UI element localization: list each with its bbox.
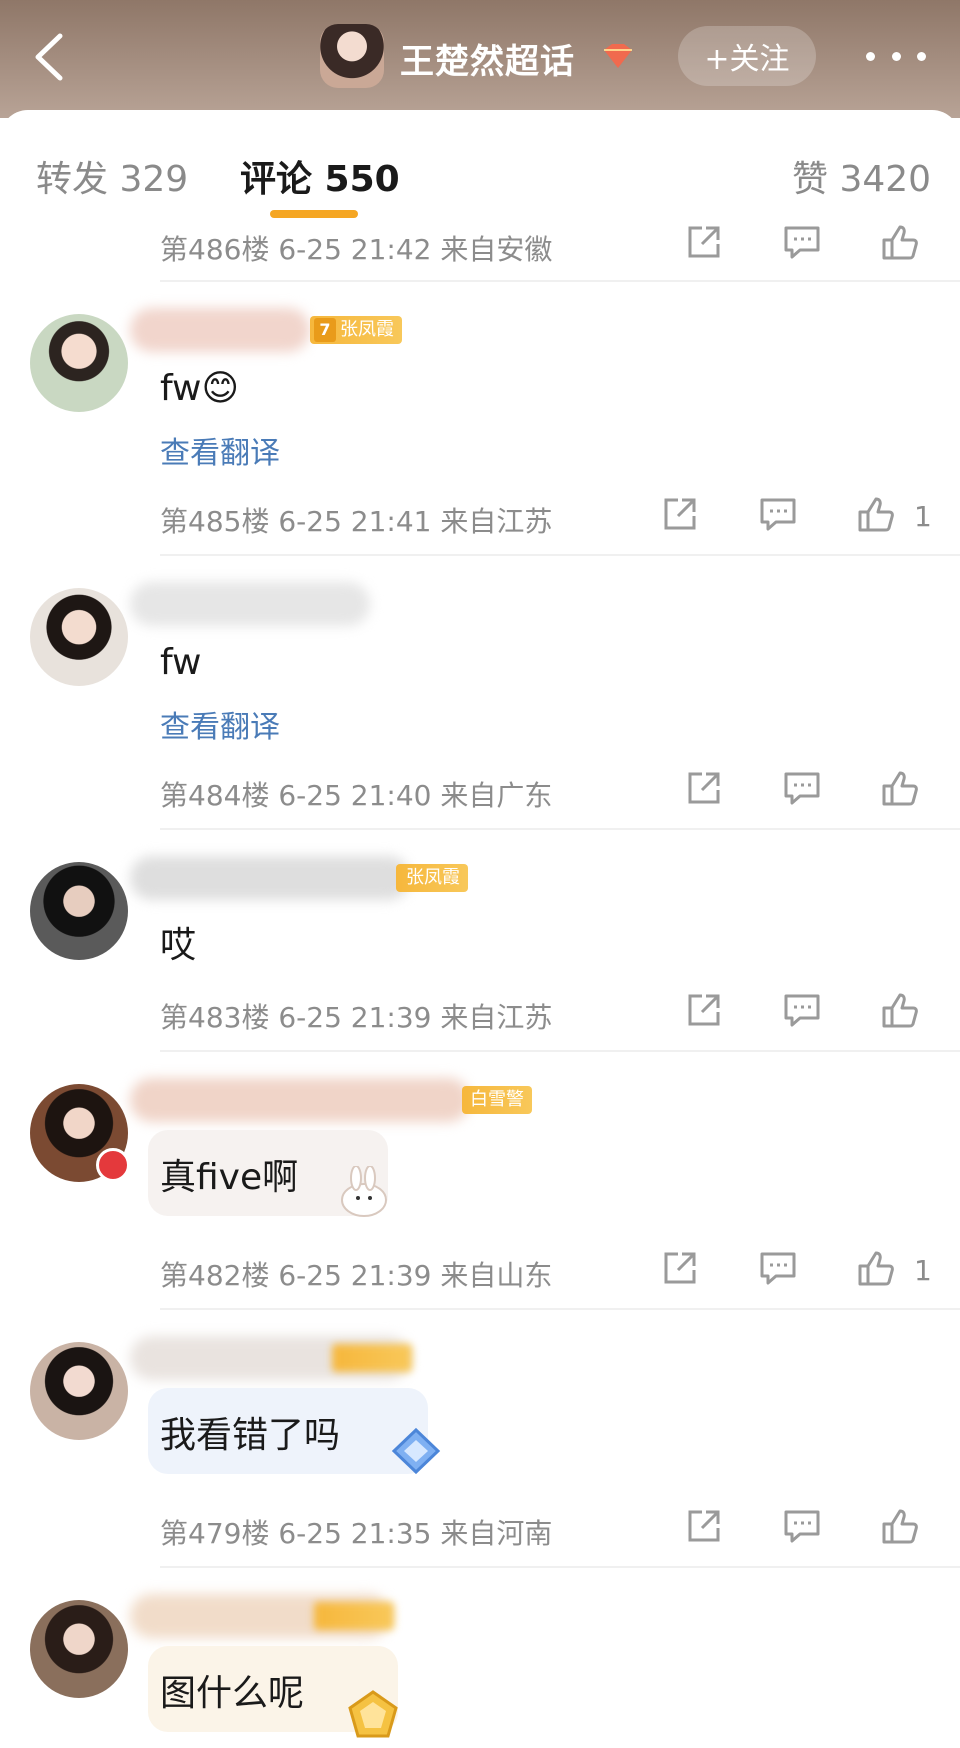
tab-likes[interactable]: 赞 3420 — [792, 150, 931, 202]
divider — [160, 280, 960, 282]
like-count: 1 — [914, 1254, 932, 1287]
user-avatar[interactable] — [30, 862, 128, 960]
active-tab-indicator — [270, 210, 358, 218]
like-icon[interactable] — [880, 990, 920, 1030]
username-blurred[interactable] — [130, 1078, 470, 1122]
fan-badge-label: 张凤霞 — [340, 319, 394, 340]
comment-text: fw — [160, 642, 202, 683]
fan-badge-label: 白雪警 — [470, 1089, 524, 1110]
comment-meta-row: 第486楼 6-25 21:42 来自安徽 — [160, 222, 940, 266]
comment-meta-row: 第483楼 6-25 21:39 来自江苏 — [160, 990, 940, 1034]
username-blurred[interactable] — [130, 856, 410, 900]
share-icon[interactable] — [660, 494, 700, 534]
comment-text: 哎 — [160, 925, 197, 966]
reply-icon[interactable] — [782, 768, 822, 808]
verified-badge-icon — [96, 1148, 130, 1182]
share-icon[interactable] — [684, 768, 724, 808]
floor-meta: 第482楼 6-25 21:39 来自山东 — [160, 1259, 553, 1292]
tab-bar: 转发 329 评论 550 赞 3420 — [0, 110, 960, 228]
username-blurred[interactable] — [130, 308, 310, 352]
comment-text: fw😊 — [160, 368, 240, 409]
comment-meta-row: 第482楼 6-25 21:39 来自山东 1 — [160, 1248, 940, 1292]
comment-text: 我看错了吗 — [160, 1415, 341, 1456]
translate-link[interactable]: 查看翻译 — [160, 702, 280, 746]
fan-badge: 白雪警 — [462, 1086, 532, 1114]
fan-badge — [314, 1602, 394, 1630]
reply-icon[interactable] — [758, 1248, 798, 1288]
tab-reposts[interactable]: 转发 329 — [36, 150, 188, 202]
share-icon[interactable] — [684, 1506, 724, 1546]
fan-level: 7 — [314, 318, 336, 342]
user-avatar[interactable] — [30, 1342, 128, 1440]
gold-badge-sticker-icon — [344, 1688, 402, 1740]
floor-meta: 第486楼 6-25 21:42 来自安徽 — [160, 233, 553, 266]
user-avatar[interactable] — [30, 588, 128, 686]
comment-meta-row: 第485楼 6-25 21:41 来自江苏 1 — [160, 494, 940, 538]
user-avatar[interactable] — [30, 1600, 128, 1698]
comment-text: 图什么呢 — [160, 1673, 305, 1714]
bunny-sticker-icon — [330, 1165, 394, 1220]
diamond-sticker-icon — [388, 1426, 444, 1476]
like-icon[interactable] — [856, 1248, 896, 1288]
top-bar: 王楚然超话 +关注 — [0, 0, 960, 118]
reply-icon[interactable] — [782, 1506, 822, 1546]
username-blurred[interactable] — [130, 582, 370, 626]
like-icon[interactable] — [880, 222, 920, 262]
divider — [160, 1308, 960, 1310]
like-count: 1 — [914, 500, 932, 533]
comment-text: 真five啊 — [160, 1157, 299, 1198]
fan-badge-label: 张凤霞 — [406, 867, 460, 888]
fan-badge: 张凤霞 — [396, 864, 468, 892]
super-topic-badge-icon — [600, 42, 636, 70]
fan-badge — [332, 1344, 412, 1372]
comment-meta-row: 第479楼 6-25 21:35 来自河南 — [160, 1506, 940, 1550]
floor-meta: 第484楼 6-25 21:40 来自广东 — [160, 779, 553, 812]
like-icon[interactable] — [880, 768, 920, 808]
user-avatar[interactable] — [30, 314, 128, 412]
floor-meta: 第485楼 6-25 21:41 来自江苏 — [160, 505, 553, 538]
translate-link[interactable]: 查看翻译 — [160, 428, 280, 472]
divider — [160, 554, 960, 556]
divider — [160, 1566, 960, 1568]
divider — [160, 828, 960, 830]
floor-meta: 第483楼 6-25 21:39 来自江苏 — [160, 1001, 553, 1034]
reply-icon[interactable] — [782, 222, 822, 262]
comment-meta-row: 第484楼 6-25 21:40 来自广东 — [160, 768, 940, 812]
share-icon[interactable] — [684, 990, 724, 1030]
share-icon[interactable] — [684, 222, 724, 262]
back-arrow-icon[interactable] — [28, 30, 72, 84]
topic-avatar[interactable] — [320, 24, 384, 88]
like-icon[interactable] — [880, 1506, 920, 1546]
share-icon[interactable] — [660, 1248, 700, 1288]
fan-badge: 7 张凤霞 — [310, 316, 402, 344]
follow-button[interactable]: +关注 — [678, 26, 816, 86]
floor-meta: 第479楼 6-25 21:35 来自河南 — [160, 1517, 553, 1550]
tab-comments[interactable]: 评论 550 — [240, 150, 400, 202]
topic-title[interactable]: 王楚然超话 — [400, 34, 575, 83]
more-options-icon[interactable] — [866, 38, 926, 74]
reply-icon[interactable] — [758, 494, 798, 534]
divider — [160, 1050, 960, 1052]
reply-icon[interactable] — [782, 990, 822, 1030]
like-icon[interactable] — [856, 494, 896, 534]
